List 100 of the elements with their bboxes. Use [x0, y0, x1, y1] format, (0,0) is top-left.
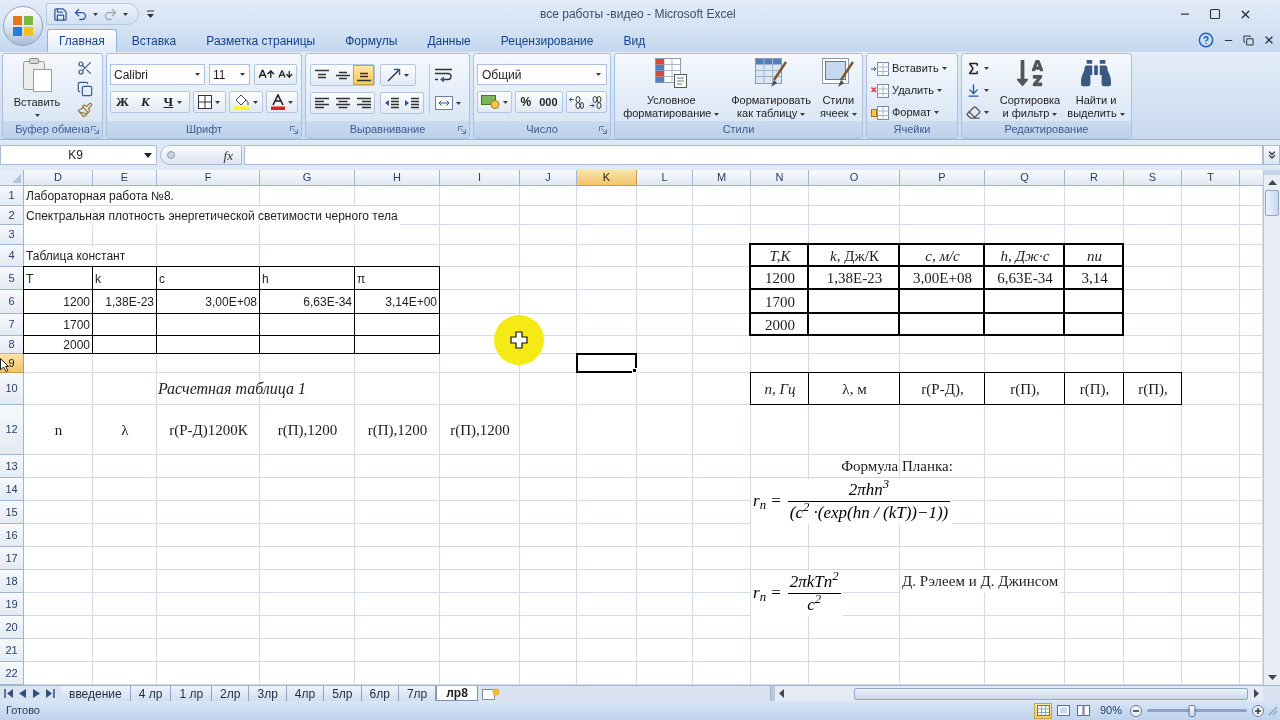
align-right-icon[interactable]: [356, 97, 371, 109]
delete-cells-button[interactable]: Удалить: [871, 80, 953, 101]
row-header[interactable]: 19: [0, 593, 24, 616]
italic-button[interactable]: К: [134, 92, 157, 112]
ribbon-tab[interactable]: Вид: [608, 29, 661, 52]
row-header[interactable]: 7: [0, 314, 24, 336]
scroll-up-icon[interactable]: [1267, 180, 1277, 185]
column-header[interactable]: G: [260, 170, 355, 186]
brush-icon[interactable]: [77, 102, 93, 118]
bold-button[interactable]: Ж: [111, 92, 134, 112]
maximize-icon[interactable]: [1209, 8, 1221, 20]
column-header[interactable]: T: [1182, 170, 1240, 186]
caret-icon[interactable]: [144, 152, 152, 158]
copy-icon[interactable]: [77, 81, 93, 97]
row-header[interactable]: 1: [0, 186, 24, 206]
row-header[interactable]: 6: [0, 290, 24, 314]
find-select-button[interactable]: Найти и выделить: [1064, 54, 1128, 120]
font-name-field[interactable]: Calibri: [110, 64, 205, 85]
dialog-launcher-icon[interactable]: [599, 125, 607, 134]
column-header[interactable]: R: [1065, 170, 1124, 186]
row-header[interactable]: 15: [0, 501, 24, 524]
column-header[interactable]: I: [440, 170, 520, 186]
sheet-tab[interactable]: 1 лр: [171, 686, 213, 701]
thousands-button[interactable]: 000: [539, 93, 558, 111]
zoom-slider-thumb[interactable]: [1188, 704, 1196, 717]
sheet-tab[interactable]: 4лр: [286, 686, 325, 701]
fill-color-button[interactable]: [229, 91, 264, 113]
sheet-tab[interactable]: лр8: [436, 686, 478, 701]
ribbon-tab[interactable]: Главная: [47, 29, 117, 52]
scroll-right-icon[interactable]: [1254, 689, 1259, 698]
zoom-in-icon[interactable]: [1252, 704, 1264, 717]
row-header[interactable]: 8: [0, 336, 24, 354]
split-handle[interactable]: [1264, 170, 1280, 175]
column-header[interactable]: E: [93, 170, 157, 186]
zoom-out-icon[interactable]: [1130, 704, 1142, 717]
sheet-tab[interactable]: введение: [61, 686, 131, 701]
currency-button[interactable]: [477, 91, 513, 113]
column-header[interactable]: P: [900, 170, 985, 186]
view-button[interactable]: [1054, 702, 1072, 719]
insert-sheet-icon[interactable]: [481, 687, 500, 700]
split-handle[interactable]: [771, 686, 775, 701]
sheet-tab[interactable]: 4 лр: [130, 686, 172, 701]
row-header[interactable]: 22: [0, 662, 24, 685]
ribbon-tab[interactable]: Вставка: [116, 29, 192, 52]
insert-function-button[interactable]: fx: [223, 148, 233, 162]
increase-indent-icon[interactable]: [405, 97, 419, 109]
column-header[interactable]: Q: [985, 170, 1065, 186]
customize-toolbar-icon[interactable]: [147, 10, 154, 18]
column-header[interactable]: O: [809, 170, 900, 186]
undo-icon[interactable]: [73, 6, 88, 22]
restore-icon[interactable]: [1243, 34, 1254, 46]
dialog-launcher-icon[interactable]: [91, 125, 99, 134]
column-header[interactable]: N: [751, 170, 809, 186]
wrap-text-icon[interactable]: [435, 67, 453, 83]
horizontal-scrollbar[interactable]: [770, 686, 1263, 701]
sheet-tab[interactable]: 6лр: [361, 686, 399, 701]
name-box[interactable]: K9: [0, 145, 157, 165]
dialog-launcher-icon[interactable]: [290, 125, 298, 134]
insert-cells-button[interactable]: Вставить: [871, 58, 953, 79]
row-header[interactable]: 5: [0, 267, 24, 290]
row-header[interactable]: 12: [0, 405, 24, 455]
orientation-button[interactable]: [380, 64, 416, 86]
first-sheet-icon[interactable]: [4, 689, 13, 698]
column-header[interactable]: J: [520, 170, 577, 186]
paste-button[interactable]: Вставить: [3, 54, 71, 121]
dialog-launcher-icon[interactable]: [458, 125, 466, 134]
ribbon-tab[interactable]: Формулы: [330, 29, 413, 52]
borders-button[interactable]: [192, 91, 227, 113]
row-header[interactable]: 17: [0, 547, 24, 570]
decrease-decimal-icon[interactable]: [588, 95, 604, 109]
ribbon-tab[interactable]: Разметка страницы: [191, 29, 331, 52]
sort-filter-button[interactable]: Сортировка и фильтр: [998, 54, 1062, 120]
vertical-scrollbar[interactable]: [1263, 170, 1280, 685]
last-sheet-icon[interactable]: [46, 689, 55, 698]
office-button[interactable]: [3, 6, 43, 46]
column-header[interactable]: M: [693, 170, 751, 186]
cell-styles-button[interactable]: Стили ячеек: [816, 54, 860, 120]
sheet-tab[interactable]: 7лр: [398, 686, 437, 701]
scroll-thumb[interactable]: [854, 687, 1248, 700]
view-button[interactable]: [1034, 702, 1052, 719]
row-header[interactable]: 2: [0, 206, 24, 225]
column-header[interactable]: F: [157, 170, 260, 186]
close-icon[interactable]: [1263, 34, 1275, 46]
column-header[interactable]: K: [577, 170, 637, 186]
row-header[interactable]: 20: [0, 616, 24, 639]
scroll-thumb[interactable]: [1265, 190, 1279, 216]
view-button[interactable]: [1074, 702, 1092, 719]
column-header[interactable]: S: [1124, 170, 1182, 186]
row-header[interactable]: 4: [0, 245, 24, 267]
align-center-icon[interactable]: [335, 97, 350, 109]
font-color-button[interactable]: [266, 91, 298, 113]
vertical-align-button[interactable]: [353, 65, 374, 85]
ribbon-tab[interactable]: Данные: [412, 29, 486, 52]
column-header[interactable]: D: [24, 170, 93, 186]
underline-button[interactable]: Ч: [157, 92, 189, 112]
row-header[interactable]: 21: [0, 639, 24, 662]
align-left-icon[interactable]: [314, 97, 329, 109]
scroll-left-icon[interactable]: [779, 689, 784, 698]
save-icon[interactable]: [53, 6, 68, 22]
row-header[interactable]: 16: [0, 524, 24, 547]
